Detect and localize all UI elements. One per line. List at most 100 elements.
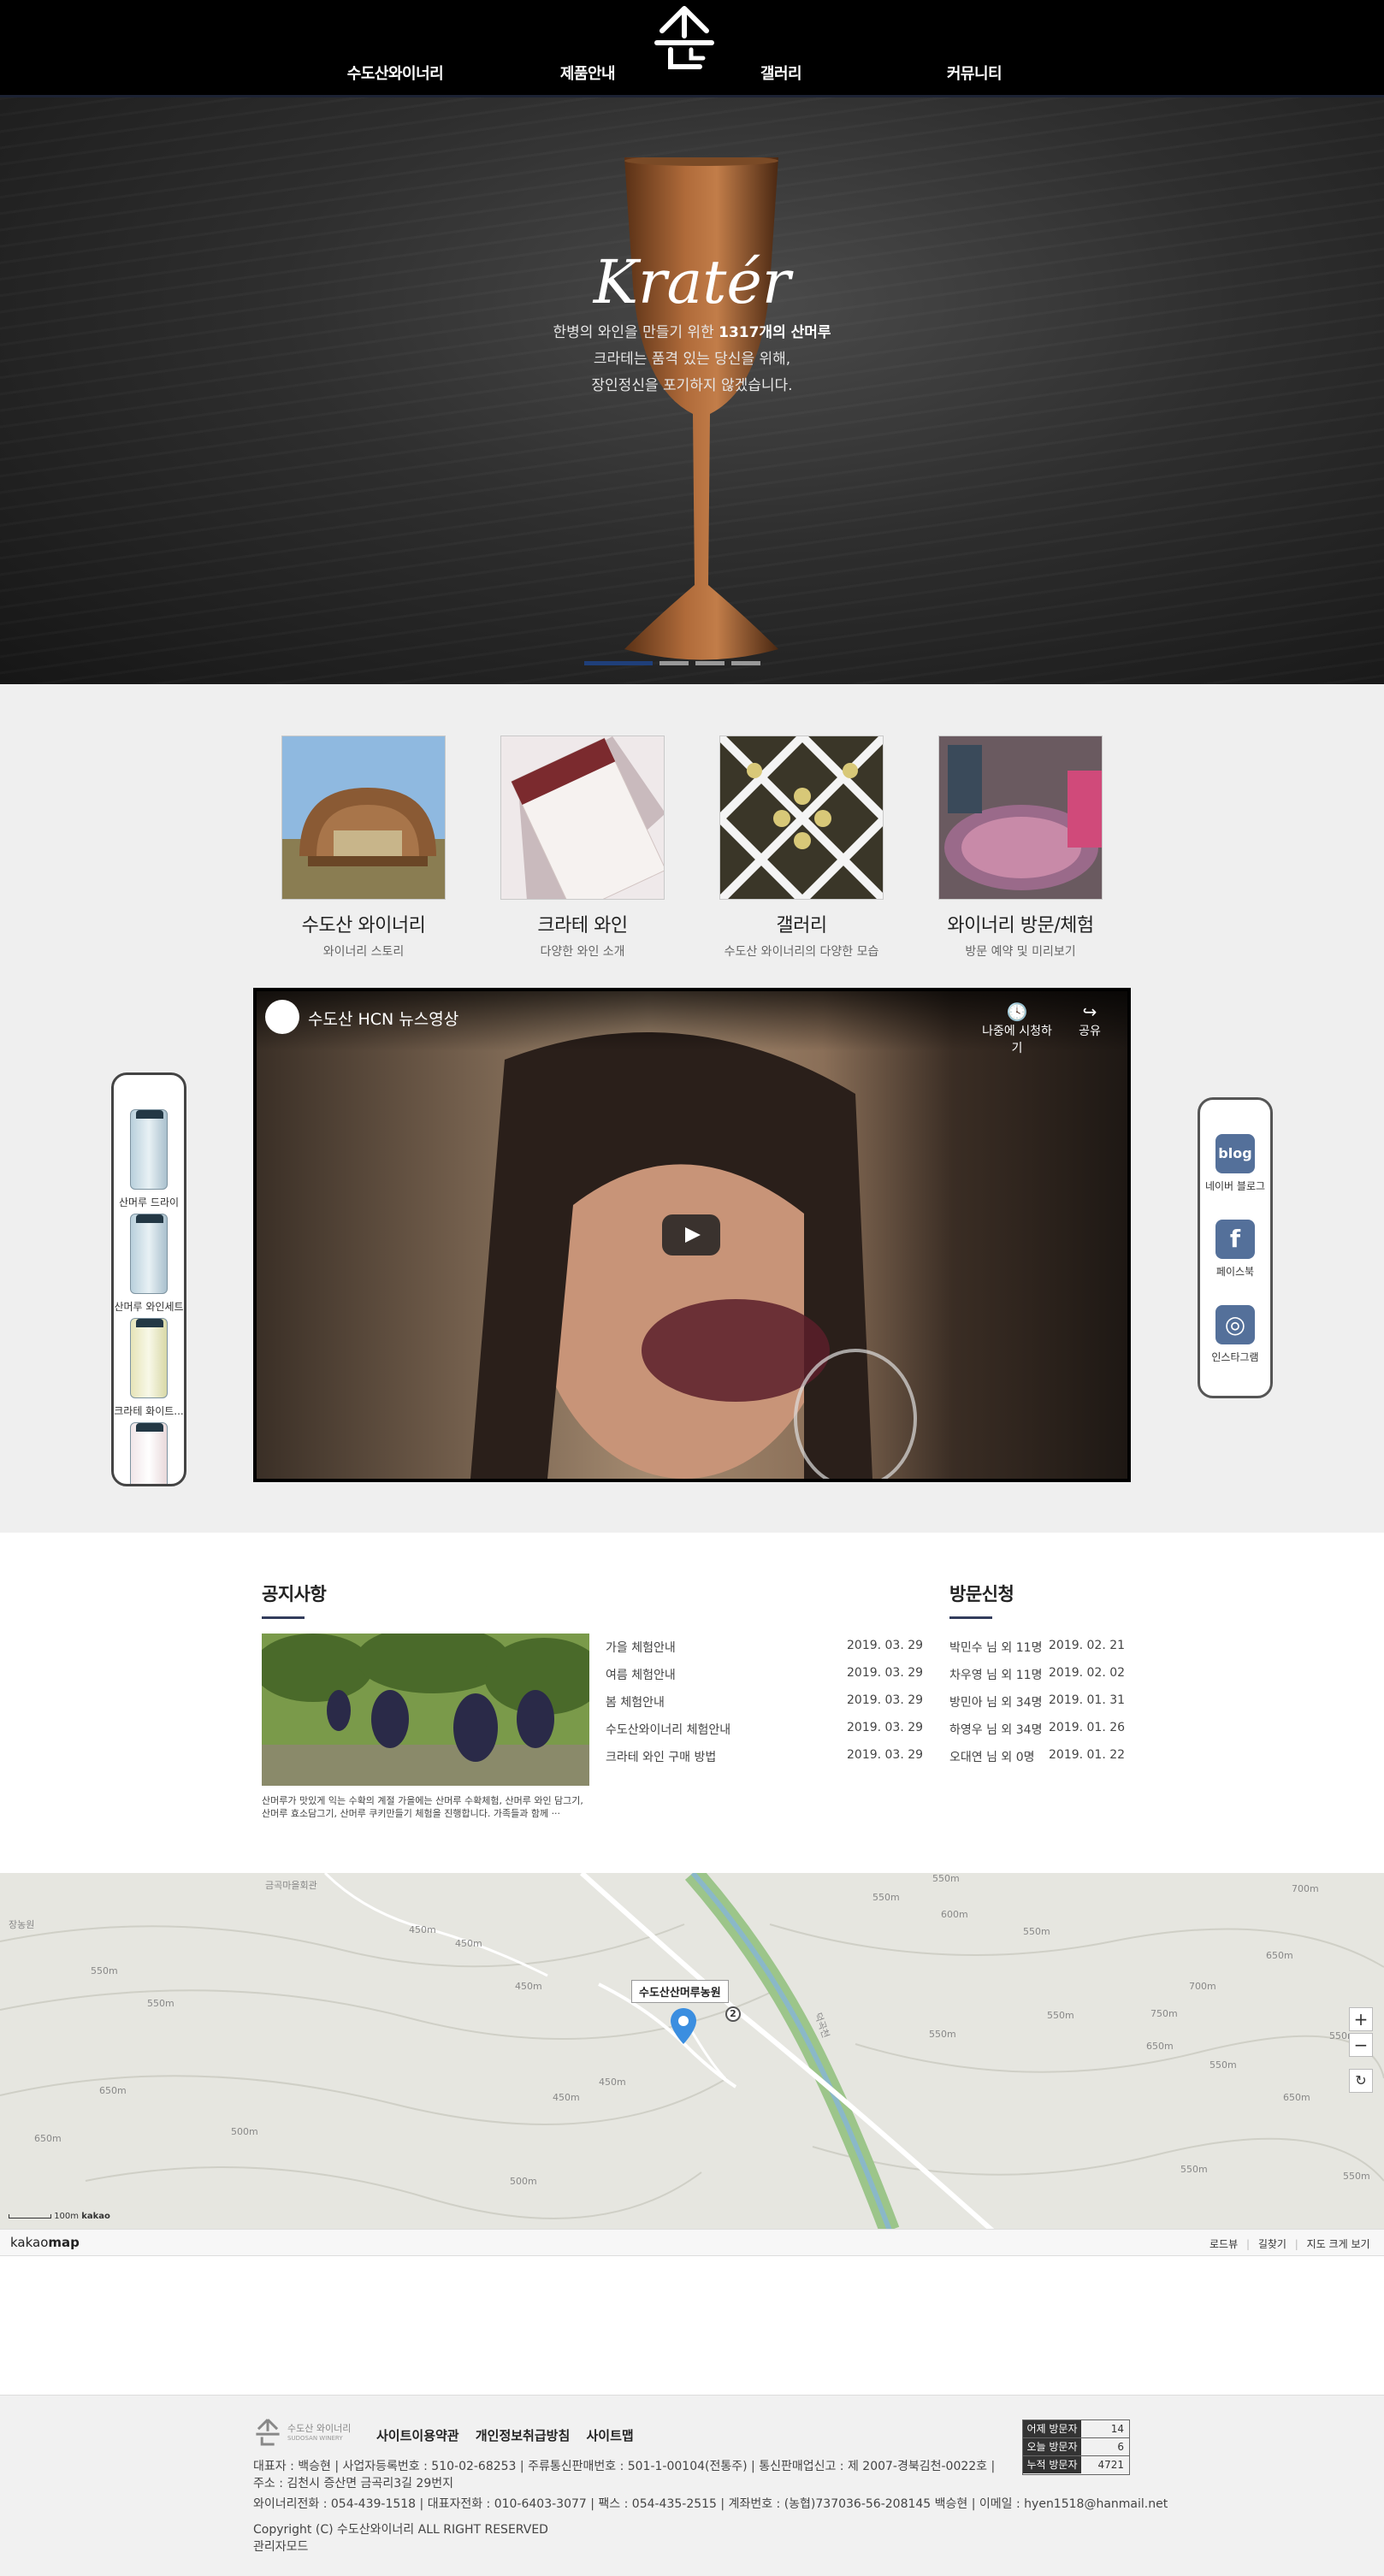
site-header: 수도산와이너리 제품안내 갤러리 커뮤니티: [0, 0, 1384, 97]
terms-link[interactable]: 사이트이용약관: [376, 2428, 459, 2443]
visit-date: 2019. 01. 31: [1049, 1693, 1126, 1707]
quick-product-set[interactable]: 산머루 와인세트: [114, 1214, 184, 1314]
visit-item[interactable]: 방민아 님 외 34명: [949, 1693, 1042, 1710]
notice-item[interactable]: 가을 체험안내: [606, 1639, 676, 1656]
winery-building-image[interactable]: [281, 736, 446, 900]
nav-gallery[interactable]: 갤러리: [760, 62, 802, 84]
nav-products[interactable]: 제품안내: [560, 62, 616, 84]
share-arrow-icon: ↪: [1082, 1001, 1097, 1022]
notice-item[interactable]: 봄 체험안내: [606, 1693, 665, 1710]
notice-date: 2019. 03. 29: [847, 1693, 924, 1707]
quick-instagram[interactable]: ◎ 인스타그램: [1200, 1305, 1270, 1364]
footer-logo-icon: [256, 2419, 280, 2446]
category-section: 수도산 와이너리 와이너리 스토리 크라테 와인 다양한 와인 소개 갤러리 수…: [0, 684, 1384, 1533]
blog-icon: blog: [1215, 1134, 1255, 1173]
bottle-image: [130, 1214, 168, 1294]
video-title[interactable]: 수도산 HCN 뉴스영상: [308, 1007, 458, 1030]
youtube-video-player[interactable]: 수도산 HCN 뉴스영상 🕓 나중에 시청하기 ↪ 공유: [253, 988, 1131, 1482]
zoom-out-button[interactable]: −: [1349, 2033, 1373, 2057]
category-gallery[interactable]: 갤러리 수도산 와이너리의 다양한 모습: [692, 736, 911, 960]
slide-dot-3[interactable]: [695, 661, 725, 665]
nav-community[interactable]: 커뮤니티: [947, 62, 1003, 84]
category-krater-wine[interactable]: 크라테 와인 다양한 와인 소개: [473, 736, 692, 960]
visit-date: 2019. 01. 26: [1049, 1721, 1126, 1734]
krater-script-logo: Kratér: [592, 247, 794, 317]
sitemap-link[interactable]: 사이트맵: [586, 2428, 633, 2443]
footer-links: 사이트이용약관 개인정보취급방침 사이트맵: [376, 2426, 646, 2444]
visit-date: 2019. 02. 21: [1049, 1639, 1126, 1652]
visit-item[interactable]: 박민수 님 외 11명: [949, 1639, 1042, 1656]
visit-date: 2019. 02. 02: [1049, 1666, 1126, 1680]
nav-winery[interactable]: 수도산와이너리: [347, 62, 444, 84]
clock-icon: 🕓: [1006, 1001, 1028, 1022]
admin-mode-link[interactable]: 관리자모드: [253, 2538, 308, 2555]
quick-facebook[interactable]: f 페이스북: [1200, 1220, 1270, 1279]
map-scale: 100m kakao: [9, 2212, 110, 2221]
visitor-counter: 어제 방문자 14 오늘 방문자 6 누적 방문자 4721: [1022, 2419, 1130, 2475]
notice-date: 2019. 03. 29: [847, 1639, 924, 1652]
visit-heading[interactable]: 방문신청: [949, 1580, 1014, 1606]
notice-item[interactable]: 여름 체험안내: [606, 1666, 676, 1683]
category-winery[interactable]: 수도산 와이너리 와이너리 스토리: [254, 736, 473, 960]
hero-copy: 한병의 와인을 만들기 위한 1317개의 산머루 크라테는 품격 있는 당신을…: [553, 324, 831, 394]
zoom-in-button[interactable]: +: [1349, 2007, 1373, 2031]
map-terrain: [0, 1873, 1384, 2230]
notice-date: 2019. 03. 29: [847, 1721, 924, 1734]
hero-banner: Kratér 한병의 와인을 만들기 위한 1317개의 산머루 크라테는 품격…: [0, 97, 1384, 684]
watch-later-button[interactable]: 🕓 나중에 시청하기: [979, 1001, 1056, 1056]
quick-naver-blog[interactable]: blog 네이버 블로그: [1200, 1134, 1270, 1193]
notice-item[interactable]: 크라테 와인 구매 방법: [606, 1748, 716, 1765]
category-visit[interactable]: 와이너리 방문/체험 방문 예약 및 미리보기: [911, 736, 1130, 960]
site-footer: 수도산 와이너리 SUDOSAN WINERY 사이트이용약관 개인정보취급방침…: [0, 2395, 1384, 2576]
sns-quick-menu: blog 네이버 블로그 f 페이스북 ◎ 인스타그램: [1198, 1097, 1273, 1398]
notice-date: 2019. 03. 29: [847, 1748, 924, 1762]
slide-dot-2[interactable]: [659, 661, 689, 665]
visit-item[interactable]: 하영우 님 외 34명: [949, 1721, 1042, 1738]
footer-logo[interactable]: 수도산 와이너리 SUDOSAN WINERY: [253, 2418, 356, 2449]
slide-indicator: [584, 653, 767, 665]
road-number-badge: 2: [725, 2006, 741, 2022]
facebook-icon: f: [1215, 1220, 1255, 1259]
footer-contact: 와이너리전화 : 054-439-1518 | 대표자전화 : 010-6403…: [253, 2497, 1168, 2511]
footer-address: 주소 : 김천시 증산면 금곡리3길 29번지: [253, 2477, 454, 2490]
bottle-image: [130, 1109, 168, 1190]
quick-product-dry[interactable]: 산머루 드라이: [114, 1109, 184, 1209]
visit-experience-image[interactable]: [938, 736, 1103, 900]
slide-dot-4[interactable]: [731, 661, 760, 665]
privacy-link[interactable]: 개인정보취급방침: [476, 2428, 570, 2443]
channel-avatar-icon[interactable]: [265, 1000, 299, 1034]
bottle-image: [130, 1422, 168, 1484]
wine-rack-image[interactable]: [719, 736, 884, 900]
notice-heading[interactable]: 공지사항: [262, 1580, 327, 1606]
footer-copyright: Copyright (C) 수도산와이너리 ALL RIGHT RESERVED: [253, 2523, 548, 2537]
map-toolbar: kakaomap 로드뷰 | 길찾기 | 지도 크게 보기: [0, 2229, 1384, 2256]
wine-bottle-image[interactable]: [500, 736, 665, 900]
share-button[interactable]: ↪ 공유: [1064, 1001, 1115, 1039]
svg-text:Kratér: Kratér: [592, 247, 794, 317]
map-place-label[interactable]: 수도산산머루농원: [631, 1980, 729, 2003]
bottle-image: [130, 1318, 168, 1398]
slide-dot-1[interactable]: [584, 661, 653, 665]
product-quick-menu: 산머루 드라이 산머루 와인세트 크라테 화이트...: [111, 1072, 186, 1486]
notice-date: 2019. 03. 29: [847, 1666, 924, 1680]
notice-summary[interactable]: 산머루가 맛있게 익는 수확의 계절 가을에는 산머루 수확체험, 산머루 와인…: [262, 1794, 589, 1820]
directions-link[interactable]: 길찾기: [1258, 2238, 1286, 2250]
play-button-icon[interactable]: [662, 1214, 720, 1256]
visit-item[interactable]: 차우영 님 외 11명: [949, 1666, 1042, 1683]
map-reset-icon[interactable]: ↻: [1349, 2069, 1373, 2093]
instagram-icon: ◎: [1215, 1305, 1255, 1344]
main-nav: 수도산와이너리 제품안내 갤러리 커뮤니티: [0, 62, 1384, 87]
quick-product-white[interactable]: 크라테 화이트...: [114, 1318, 184, 1418]
map-pin-icon[interactable]: [671, 2008, 696, 2044]
visit-item[interactable]: 오대연 님 외 0명: [949, 1748, 1035, 1765]
large-map-link[interactable]: 지도 크게 보기: [1307, 2238, 1370, 2250]
quick-product-next[interactable]: [114, 1422, 184, 1484]
kakaomap-logo[interactable]: kakaomap: [10, 2235, 80, 2250]
visit-date: 2019. 01. 22: [1049, 1748, 1126, 1762]
wooden-goblet-image: [624, 157, 778, 660]
notice-item[interactable]: 수도산와이너리 체험안내: [606, 1721, 730, 1738]
footer-company-info: 대표자 : 백승현 | 사업자등록번호 : 510-02-68253 | 주류통…: [253, 2460, 996, 2473]
roadview-link[interactable]: 로드뷰: [1210, 2238, 1238, 2250]
grape-vine-image[interactable]: [262, 1634, 589, 1786]
kakao-map[interactable]: 장농원 금곡마을회관 550m 600m 550m 700m 450m 450m…: [0, 1873, 1384, 2230]
